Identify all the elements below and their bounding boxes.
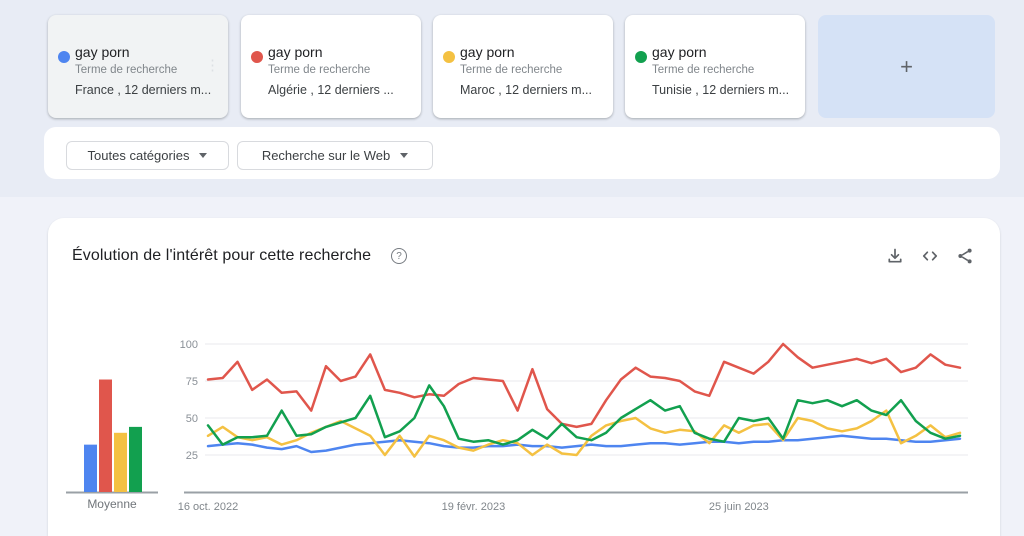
card-scope-label: Tunisie , 12 derniers m... [652,83,789,97]
card-type-label: Terme de recherche [268,64,370,76]
add-comparison-button[interactable]: + [818,15,995,118]
comparison-card-maroc[interactable]: gay porn Terme de recherche Maroc , 12 d… [433,15,613,118]
card-scope-label: Algérie , 12 derniers ... [268,83,394,97]
card-term-label: gay porn [268,44,322,60]
card-scope-label: France , 12 derniers m... [75,83,211,97]
card-scope-label: Maroc , 12 derniers m... [460,83,592,97]
category-filter-label: Toutes catégories [88,148,190,163]
google-trends-page: { "icons": { "more_vert": "⋮", "plus": "… [0,0,1024,536]
filter-bar: Toutes catégories Recherche sur le Web [44,127,1000,179]
card-term-label: gay porn [75,44,129,60]
card-type-label: Terme de recherche [460,64,562,76]
series-color-dot-maroc [443,51,455,63]
average-label: Moyenne [87,497,137,511]
card-type-label: Terme de recherche [75,64,177,76]
search-type-filter-label: Recherche sur le Web [262,148,390,163]
y-tick-label: 25 [186,450,198,462]
category-filter-dropdown[interactable]: Toutes catégories [66,141,229,170]
explore-header-section: gay porn Terme de recherche France , 12 … [0,0,1024,197]
card-term-label: gay porn [460,44,514,60]
comparison-card-tunisie[interactable]: gay porn Terme de recherche Tunisie , 12… [625,15,805,118]
comparison-card-france[interactable]: gay porn Terme de recherche France , 12 … [48,15,228,118]
interest-over-time-card: Évolution de l'intérêt pour cette recher… [48,218,1000,536]
y-tick-label: 75 [186,376,198,388]
series-color-dot-france [58,51,70,63]
x-tick-label: 25 juin 2023 [709,501,769,513]
card-term-label: gay porn [652,44,706,60]
chevron-down-icon [199,153,207,158]
trend-chart-svg[interactable]: 25 50 75 100 Moyenne 16 oct. 2022 19 févr. 202… [48,218,1000,536]
x-tick-label: 16 oct. 2022 [178,501,239,513]
y-tick-label: 50 [186,413,198,425]
more-vert-icon[interactable]: ⋮ [205,59,220,73]
comparison-card-algerie[interactable]: gay porn Terme de recherche Algérie , 12… [241,15,421,118]
average-bar-Algérie[interactable] [99,380,112,492]
average-bar-Tunisie[interactable] [129,427,142,492]
series-color-dot-algerie [251,51,263,63]
y-tick-label: 100 [180,339,198,351]
series-color-dot-tunisie [635,51,647,63]
plus-icon: + [900,54,913,80]
x-tick-label: 19 févr. 2023 [442,501,506,513]
average-bar-Maroc[interactable] [114,433,127,492]
series-line-Maroc[interactable] [208,411,960,457]
card-type-label: Terme de recherche [652,64,754,76]
chevron-down-icon [400,153,408,158]
average-bar-France[interactable] [84,445,97,492]
search-type-filter-dropdown[interactable]: Recherche sur le Web [237,141,433,170]
series-line-Algérie[interactable] [208,344,960,427]
